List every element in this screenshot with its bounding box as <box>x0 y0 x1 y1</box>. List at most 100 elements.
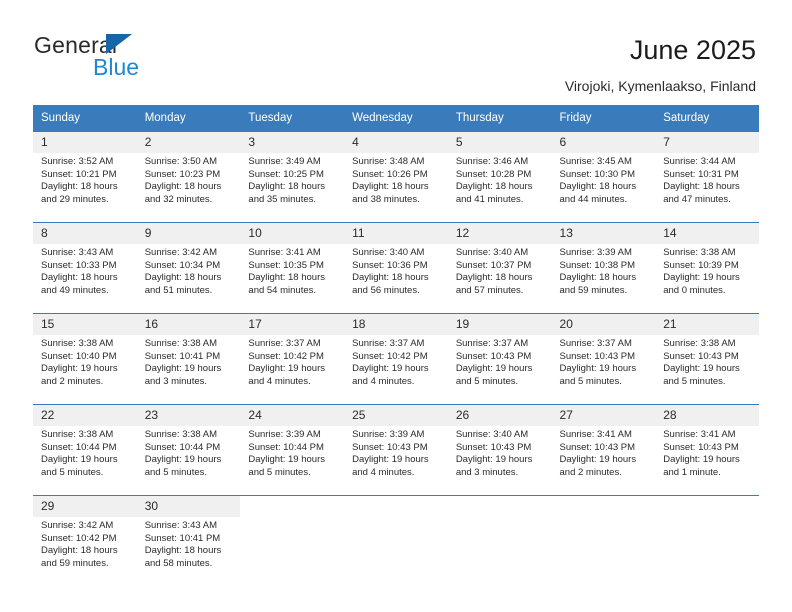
calendar-day-cell[interactable]: 13 Sunrise: 3:39 AM Sunset: 10:38 PM Daylig… <box>551 222 656 314</box>
day-details: Sunrise: 3:50 AM Sunset: 10:23 PM Daylight… <box>137 153 241 206</box>
daylight-text-line1: Daylight: 18 hours <box>41 181 118 193</box>
sunset-text: Sunset: 10:26 PM <box>352 168 428 180</box>
sunrise-text: Sunrise: 3:44 AM <box>663 156 736 167</box>
calendar-day-cell[interactable]: 2 Sunrise: 3:50 AM Sunset: 10:23 PM Dayligh… <box>136 132 241 223</box>
daylight-text-line1: Daylight: 19 hours <box>455 363 533 375</box>
day-number: 4 <box>344 132 448 153</box>
day-details: Sunrise: 3:44 AM Sunset: 10:31 PM Daylight… <box>655 153 759 206</box>
calendar-day-cell[interactable]: 15 Sunrise: 3:38 AM Sunset: 10:40 PM Daylig… <box>33 313 137 405</box>
daylight-text-line2: and 41 minutes. <box>455 193 524 205</box>
daylight-text-line2: and 35 minutes. <box>248 193 317 205</box>
daylight-text-line1: Daylight: 18 hours <box>41 272 118 284</box>
day-number <box>344 496 448 517</box>
calendar-day-cell[interactable]: 24 Sunrise: 3:39 AM Sunset: 10:44 PM Daylig… <box>240 404 345 496</box>
calendar-day-cell[interactable]: 4 Sunrise: 3:48 AM Sunset: 10:26 PM Dayligh… <box>344 132 448 223</box>
sunrise-text: Sunrise: 3:39 AM <box>248 429 321 440</box>
daylight-text-line2: and 51 minutes. <box>144 284 213 296</box>
day-details: Sunrise: 3:37 AM Sunset: 10:42 PM Daylight… <box>240 335 344 388</box>
daylight-text-line2: and 5 minutes. <box>559 375 622 387</box>
calendar-day-cell[interactable]: 18 Sunrise: 3:37 AM Sunset: 10:42 PM Daylig… <box>344 313 448 405</box>
day-details: Sunrise: 3:49 AM Sunset: 10:25 PM Daylight… <box>240 153 344 206</box>
calendar-day-cell[interactable]: 28 Sunrise: 3:41 AM Sunset: 10:43 PM Daylig… <box>655 404 759 496</box>
daylight-text-line1: Daylight: 19 hours <box>352 363 429 375</box>
daylight-text-line1: Daylight: 19 hours <box>663 363 740 375</box>
calendar-day-cell[interactable]: 9 Sunrise: 3:42 AM Sunset: 10:34 PM Dayligh… <box>136 222 241 314</box>
sunset-text: Sunset: 10:43 PM <box>352 441 428 453</box>
daylight-text-line1: Daylight: 18 hours <box>559 272 637 284</box>
day-details: Sunrise: 3:38 AM Sunset: 10:44 PM Daylight… <box>137 426 241 479</box>
sunset-text: Sunset: 10:31 PM <box>663 168 739 180</box>
calendar-day-cell[interactable]: 30 Sunrise: 3:43 AM Sunset: 10:41 PM Daylig… <box>136 495 241 586</box>
sunrise-text: Sunrise: 3:37 AM <box>248 338 321 349</box>
calendar-week-row: 1 Sunrise: 3:52 AM Sunset: 10:21 PM Dayligh… <box>33 132 759 223</box>
day-number: 26 <box>447 405 552 426</box>
calendar-day-cell[interactable]: 12 Sunrise: 3:40 AM Sunset: 10:37 PM Daylig… <box>447 222 552 314</box>
daylight-text-line1: Daylight: 18 hours <box>663 181 740 193</box>
daylight-text-line2: and 1 minute. <box>663 466 721 478</box>
sunset-text: Sunset: 10:43 PM <box>559 441 636 453</box>
day-number: 21 <box>655 314 759 335</box>
calendar-day-cell[interactable]: 16 Sunrise: 3:38 AM Sunset: 10:41 PM Daylig… <box>136 313 241 405</box>
day-number: 18 <box>344 314 448 335</box>
calendar-day-cell[interactable]: 23 Sunrise: 3:38 AM Sunset: 10:44 PM Daylig… <box>136 404 241 496</box>
daylight-text-line1: Daylight: 18 hours <box>144 545 222 557</box>
daylight-text-line2: and 58 minutes. <box>144 557 213 569</box>
logo-text-blue: Blue <box>93 54 140 80</box>
sunrise-text: Sunrise: 3:37 AM <box>559 338 632 349</box>
weekday-header-thursday: Thursday <box>447 105 552 132</box>
sunrise-text: Sunrise: 3:38 AM <box>144 429 218 440</box>
calendar-day-cell[interactable]: 19 Sunrise: 3:37 AM Sunset: 10:43 PM Daylig… <box>447 313 552 405</box>
day-number: 2 <box>136 132 241 153</box>
calendar-day-cell[interactable]: 1 Sunrise: 3:52 AM Sunset: 10:21 PM Dayligh… <box>33 132 137 223</box>
calendar-day-cell[interactable]: 10 Sunrise: 3:41 AM Sunset: 10:35 PM Daylig… <box>240 222 345 314</box>
sunset-text: Sunset: 10:36 PM <box>352 259 428 271</box>
calendar-day-cell[interactable]: 5 Sunrise: 3:46 AM Sunset: 10:28 PM Dayligh… <box>447 132 552 223</box>
calendar-empty-cell <box>551 495 656 586</box>
calendar-day-cell[interactable]: 17 Sunrise: 3:37 AM Sunset: 10:42 PM Daylig… <box>240 313 345 405</box>
sunrise-text: Sunrise: 3:38 AM <box>41 429 114 440</box>
calendar-day-cell[interactable]: 7 Sunrise: 3:44 AM Sunset: 10:31 PM Dayligh… <box>655 132 759 223</box>
daylight-text-line2: and 49 minutes. <box>41 284 109 296</box>
daylight-text-line1: Daylight: 19 hours <box>41 454 118 466</box>
day-number: 16 <box>136 314 241 335</box>
daylight-text-line1: Daylight: 19 hours <box>144 454 222 466</box>
calendar-day-cell[interactable]: 8 Sunrise: 3:43 AM Sunset: 10:33 PM Dayligh… <box>33 222 137 314</box>
day-details: Sunrise: 3:40 AM Sunset: 10:36 PM Daylight… <box>344 244 448 297</box>
sunset-text: Sunset: 10:43 PM <box>663 350 739 362</box>
calendar-day-cell[interactable]: 21 Sunrise: 3:38 AM Sunset: 10:43 PM Daylig… <box>655 313 759 405</box>
calendar-day-cell[interactable]: 6 Sunrise: 3:45 AM Sunset: 10:30 PM Dayligh… <box>551 132 656 223</box>
calendar-day-cell[interactable]: 25 Sunrise: 3:39 AM Sunset: 10:43 PM Daylig… <box>344 404 448 496</box>
day-number: 3 <box>240 132 345 153</box>
daylight-text-line1: Daylight: 18 hours <box>144 181 222 193</box>
page-subtitle: Virojoki, Kymenlaakso, Finland <box>564 78 756 94</box>
calendar-day-cell[interactable]: 27 Sunrise: 3:41 AM Sunset: 10:43 PM Daylig… <box>551 404 656 496</box>
calendar-week-row: 29 Sunrise: 3:42 AM Sunset: 10:42 PM Daylig… <box>33 495 759 586</box>
calendar-day-cell[interactable]: 3 Sunrise: 3:49 AM Sunset: 10:25 PM Dayligh… <box>240 132 345 223</box>
calendar-day-cell[interactable]: 14 Sunrise: 3:38 AM Sunset: 10:39 PM Daylig… <box>655 222 759 314</box>
daylight-text-line2: and 47 minutes. <box>663 193 731 205</box>
day-number: 24 <box>240 405 345 426</box>
sunrise-text: Sunrise: 3:38 AM <box>41 338 114 349</box>
sunrise-text: Sunrise: 3:41 AM <box>663 429 736 440</box>
calendar-day-cell[interactable]: 26 Sunrise: 3:40 AM Sunset: 10:43 PM Daylig… <box>447 404 552 496</box>
calendar-day-cell[interactable]: 20 Sunrise: 3:37 AM Sunset: 10:43 PM Daylig… <box>551 313 656 405</box>
day-number: 6 <box>551 132 656 153</box>
calendar-day-cell[interactable]: 11 Sunrise: 3:40 AM Sunset: 10:36 PM Daylig… <box>344 222 448 314</box>
calendar-empty-cell <box>344 495 448 586</box>
generalblue-logo[interactable]: General Blue <box>34 32 214 84</box>
sunset-text: Sunset: 10:37 PM <box>455 259 532 271</box>
day-details: Sunrise: 3:38 AM Sunset: 10:41 PM Daylight… <box>137 335 241 388</box>
day-details: Sunrise: 3:48 AM Sunset: 10:26 PM Daylight… <box>344 153 448 206</box>
day-number: 27 <box>551 405 656 426</box>
daylight-text-line1: Daylight: 19 hours <box>663 272 740 284</box>
day-details: Sunrise: 3:43 AM Sunset: 10:33 PM Daylight… <box>33 244 137 297</box>
calendar-day-cell[interactable]: 22 Sunrise: 3:38 AM Sunset: 10:44 PM Daylig… <box>33 404 137 496</box>
day-details: Sunrise: 3:42 AM Sunset: 10:42 PM Daylight… <box>33 517 137 570</box>
calendar-page: General Blue June 2025 Virojoki, Kymenla… <box>0 0 792 612</box>
sunset-text: Sunset: 10:42 PM <box>352 350 428 362</box>
daylight-text-line2: and 54 minutes. <box>248 284 317 296</box>
sunset-text: Sunset: 10:28 PM <box>455 168 532 180</box>
calendar-day-cell[interactable]: 29 Sunrise: 3:42 AM Sunset: 10:42 PM Daylig… <box>33 495 137 586</box>
daylight-text-line2: and 5 minutes. <box>144 466 208 478</box>
logo-triangle-icon <box>106 34 132 54</box>
